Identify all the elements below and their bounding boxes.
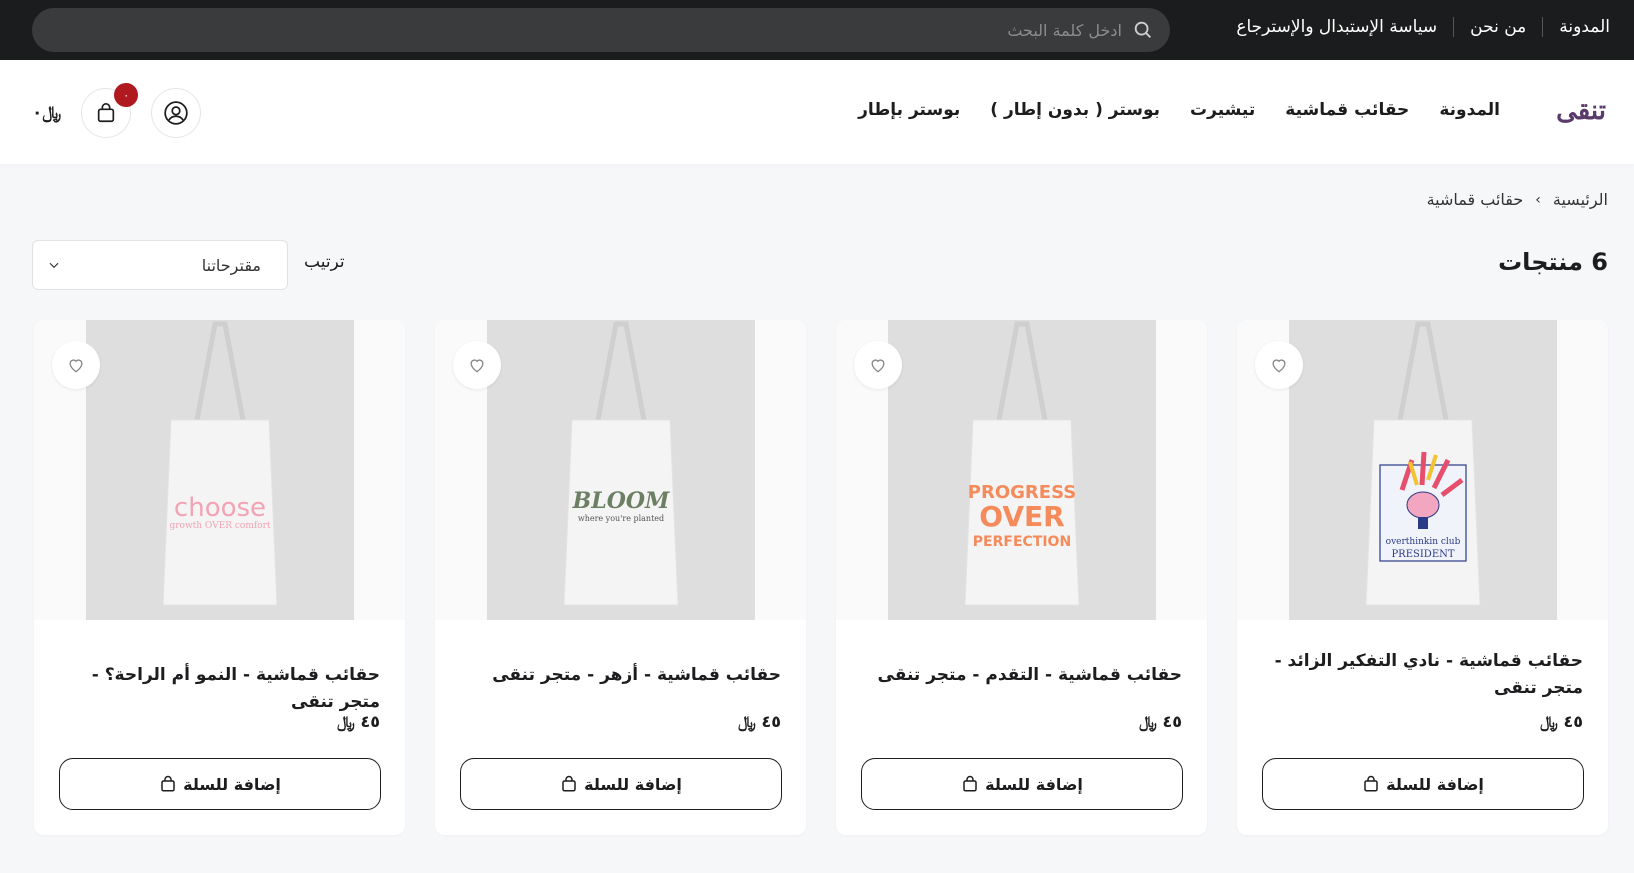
heart-icon (1272, 359, 1286, 373)
add-to-cart-button[interactable]: إضافة للسلة (861, 758, 1183, 810)
product-count: 6 منتجات (1498, 248, 1608, 276)
product-price-value: ٤٥ (761, 712, 781, 731)
currency-symbol: ﷼ (1540, 712, 1558, 731)
search-bar (32, 8, 1170, 52)
tote-bag-image: choose growth OVER comfort (162, 321, 278, 606)
cart-count-badge: ٠ (114, 83, 139, 107)
top-link-return-policy[interactable]: سياسة الإستبدال والإسترجاع (1220, 17, 1453, 37)
account-button[interactable] (151, 88, 202, 138)
tote-bag-image: BLOOM where you're planted (563, 321, 679, 606)
product-price-value: ٤٥ (360, 712, 380, 731)
shopping-bag-icon (1364, 775, 1378, 792)
product-title[interactable]: حقائب قماشية - أزهر - متجر تنقى (459, 662, 781, 689)
product-title[interactable]: حقائب قماشية - النمو أم الراحة؟ - متجر ت… (58, 662, 380, 716)
add-to-cart-button[interactable]: إضافة للسلة (59, 758, 381, 810)
product-image[interactable]: overthinkin club PRESIDENT (1237, 320, 1608, 620)
product-image[interactable]: choose growth OVER comfort (34, 320, 405, 620)
heart-icon (871, 359, 885, 373)
svg-text:choose: choose (174, 493, 266, 523)
product-price: ٤٥ ﷼ (1139, 712, 1182, 732)
tote-bag-image: overthinkin club PRESIDENT (1365, 321, 1481, 606)
header-actions: ﷼٠ ٠ (32, 83, 202, 138)
product-price: ٤٥ ﷼ (337, 712, 380, 732)
breadcrumb-current: حقائب قماشية (1426, 190, 1524, 209)
product-price-value: ٤٥ (1162, 712, 1182, 731)
shopping-bag-icon (98, 103, 115, 123)
top-nav: المدونة من نحن سياسة الإستبدال والإسترجا… (1220, 0, 1610, 54)
add-to-cart-label: إضافة للسلة (985, 774, 1083, 794)
product-card[interactable]: PROGRESS OVER PERFECTION حقائب قماشية - … (836, 320, 1207, 835)
product-card[interactable]: choose growth OVER comfort حقائب قماشية … (34, 320, 405, 835)
wishlist-button[interactable] (52, 341, 100, 389)
nav-poster-unframed[interactable]: بوستر ( بدون إطار ) (990, 100, 1160, 120)
tote-bag-image: PROGRESS OVER PERFECTION (964, 321, 1080, 606)
chevron-down-icon (49, 262, 59, 269)
top-bar: المدونة من نحن سياسة الإستبدال والإسترجا… (0, 0, 1634, 60)
sort-selected-value: مقترحاتنا (201, 255, 261, 275)
currency-symbol: ﷼ (738, 712, 756, 731)
breadcrumb-home[interactable]: الرئيسية (1553, 190, 1608, 209)
currency-symbol: ﷼ (42, 103, 62, 123)
product-title[interactable]: حقائب قماشية - نادي التفكير الزائد - متج… (1261, 648, 1583, 702)
sort-select[interactable]: مقترحاتنا (32, 240, 288, 290)
svg-text:BLOOM: BLOOM (572, 488, 670, 514)
top-link-blog[interactable]: المدونة (1542, 17, 1610, 37)
shopping-bag-icon (562, 775, 576, 792)
wishlist-button[interactable] (854, 341, 902, 389)
product-title[interactable]: حقائب قماشية - التقدم - متجر تنقى (860, 662, 1182, 689)
add-to-cart-label: إضافة للسلة (183, 774, 281, 794)
shopping-bag-icon (161, 775, 175, 792)
main-nav: المدونة حقائب قماشية تيشيرت بوستر ( بدون… (858, 100, 1500, 120)
product-price-value: ٤٥ (1563, 712, 1583, 731)
search-input[interactable] (32, 20, 1122, 40)
svg-text:overthinkin club: overthinkin club (1386, 537, 1461, 547)
main-header: تنقى المدونة حقائب قماشية تيشيرت بوستر (… (0, 60, 1634, 164)
cart-total-value: ٠ (32, 103, 43, 123)
product-card[interactable]: BLOOM where you're planted حقائب قماشية … (435, 320, 806, 835)
store-logo[interactable]: تنقى (1556, 96, 1607, 126)
nav-blog[interactable]: المدونة (1439, 100, 1500, 120)
product-price: ٤٥ ﷼ (1540, 712, 1583, 732)
product-grid: overthinkin club PRESIDENT حقائب قماشية … (34, 320, 1608, 835)
product-card[interactable]: overthinkin club PRESIDENT حقائب قماشية … (1237, 320, 1608, 835)
add-to-cart-button[interactable]: إضافة للسلة (1262, 758, 1584, 810)
cart-total: ﷼٠ (32, 103, 61, 123)
top-link-about[interactable]: من نحن (1453, 17, 1542, 37)
wishlist-button[interactable] (1255, 341, 1303, 389)
add-to-cart-label: إضافة للسلة (584, 774, 682, 794)
nav-poster-framed[interactable]: بوستر بإطار (858, 100, 960, 120)
shopping-bag-icon (963, 775, 977, 792)
nav-tote-bags[interactable]: حقائب قماشية (1285, 100, 1409, 120)
heart-icon (69, 359, 83, 373)
currency-symbol: ﷼ (1139, 712, 1157, 731)
cart-button[interactable]: ٠ (81, 83, 139, 138)
add-to-cart-button[interactable]: إضافة للسلة (460, 758, 782, 810)
svg-text:PRESIDENT: PRESIDENT (1391, 549, 1454, 560)
add-to-cart-label: إضافة للسلة (1386, 774, 1484, 794)
chevron-left-icon: › (1535, 191, 1541, 208)
search-icon[interactable] (1132, 19, 1154, 41)
sort-label: ترتيب (304, 252, 345, 272)
wishlist-button[interactable] (453, 341, 501, 389)
product-image[interactable]: BLOOM where you're planted (435, 320, 806, 620)
svg-text:PERFECTION: PERFECTION (973, 534, 1071, 550)
nav-tshirt[interactable]: تيشيرت (1190, 100, 1255, 120)
heart-icon (470, 359, 484, 373)
svg-text:where you're planted: where you're planted (578, 514, 664, 523)
user-icon (164, 101, 188, 125)
svg-text:growth OVER comfort: growth OVER comfort (169, 521, 270, 531)
svg-text:OVER: OVER (979, 500, 1064, 533)
breadcrumb: الرئيسية › حقائب قماشية (1427, 190, 1608, 209)
product-image[interactable]: PROGRESS OVER PERFECTION (836, 320, 1207, 620)
product-price: ٤٥ ﷼ (738, 712, 781, 732)
currency-symbol: ﷼ (337, 712, 355, 731)
